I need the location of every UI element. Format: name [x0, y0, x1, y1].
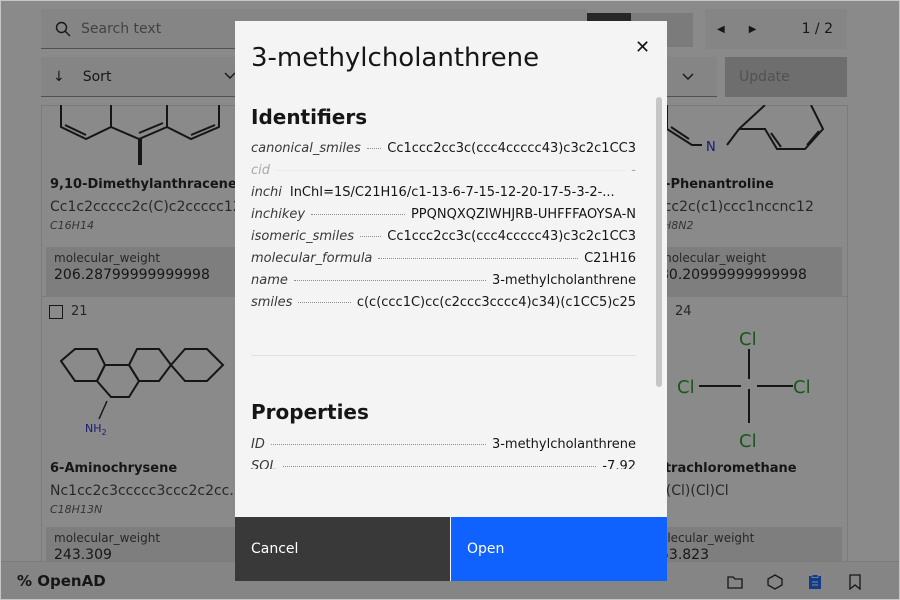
- identifier-value: InChI=1S/C21H16/c1-13-6-7-15-12-20-17-5-…: [289, 185, 615, 200]
- section-divider: [251, 355, 636, 356]
- identifiers-heading: Identifiers: [251, 105, 368, 129]
- identifier-value: PPQNQXQZIWHJRB-UHFFFAOYSA-N: [410, 207, 636, 222]
- identifier-key: smiles: [251, 295, 293, 310]
- open-button[interactable]: Open: [451, 517, 667, 581]
- identifier-value: C21H16: [584, 251, 636, 266]
- modal-scrollbar[interactable]: [655, 97, 663, 469]
- identifier-row: inchikey PPQNQXQZIWHJRB-UHFFFAOYSA-N: [251, 207, 636, 227]
- identifier-row: smiles c(c(ccc1C)cc(c2ccc3cccc4)c34)(c1C…: [251, 295, 636, 315]
- identifier-row: name 3-methylcholanthrene: [251, 273, 636, 293]
- property-key: ID: [251, 437, 265, 452]
- identifier-value: c(c(ccc1C)cc(c2ccc3cccc4)c34)(c1CC5)c25: [356, 295, 636, 310]
- identifier-value: Cc1ccc2cc3c(ccc4ccccc43)c3c2c1CC3: [387, 229, 636, 244]
- identifier-key: name: [251, 273, 288, 288]
- identifier-value: Cc1ccc2cc3c(ccc4ccccc43)c3c2c1CC3: [387, 141, 636, 156]
- identifier-key: inchikey: [251, 207, 306, 222]
- identifier-key: cid: [251, 163, 271, 178]
- modal-content[interactable]: Identifiers canonical_smiles Cc1ccc2cc3c…: [235, 97, 667, 469]
- identifier-value: 3-methylcholanthrene: [491, 273, 636, 288]
- property-value: 3-methylcholanthrene: [491, 437, 636, 452]
- identifier-row: molecular_formula C21H16: [251, 251, 636, 271]
- identifier-value: -: [631, 163, 636, 178]
- identifier-row: inchi InChI=1S/C21H16/c1-13-6-7-15-12-20…: [251, 185, 636, 205]
- molecule-modal: 3-methylcholanthrene ✕ Identifiers canon…: [235, 21, 667, 581]
- property-row: ID 3-methylcholanthrene: [251, 437, 636, 457]
- property-value: -7.92: [602, 459, 636, 469]
- identifier-row: canonical_smiles Cc1ccc2cc3c(ccc4ccccc43…: [251, 141, 636, 161]
- close-icon[interactable]: ✕: [635, 37, 650, 58]
- properties-heading: Properties: [251, 400, 369, 424]
- identifier-key: canonical_smiles: [251, 141, 361, 156]
- identifier-key: isomeric_smiles: [251, 229, 355, 244]
- identifier-key: inchi: [251, 185, 282, 200]
- scrollbar-thumb[interactable]: [656, 97, 662, 387]
- property-row: SOL -7.92: [251, 459, 636, 469]
- app-window: rts ◀ ▶ 1 / 2 ↓ Sort Update: [0, 0, 900, 600]
- identifier-row: cid -: [251, 163, 636, 183]
- modal-title: 3-methylcholanthrene: [251, 43, 540, 73]
- identifier-key: molecular_formula: [251, 251, 373, 266]
- property-key: SOL: [251, 459, 277, 469]
- cancel-button[interactable]: Cancel: [235, 517, 450, 581]
- identifier-row: isomeric_smiles Cc1ccc2cc3c(ccc4ccccc43)…: [251, 229, 636, 249]
